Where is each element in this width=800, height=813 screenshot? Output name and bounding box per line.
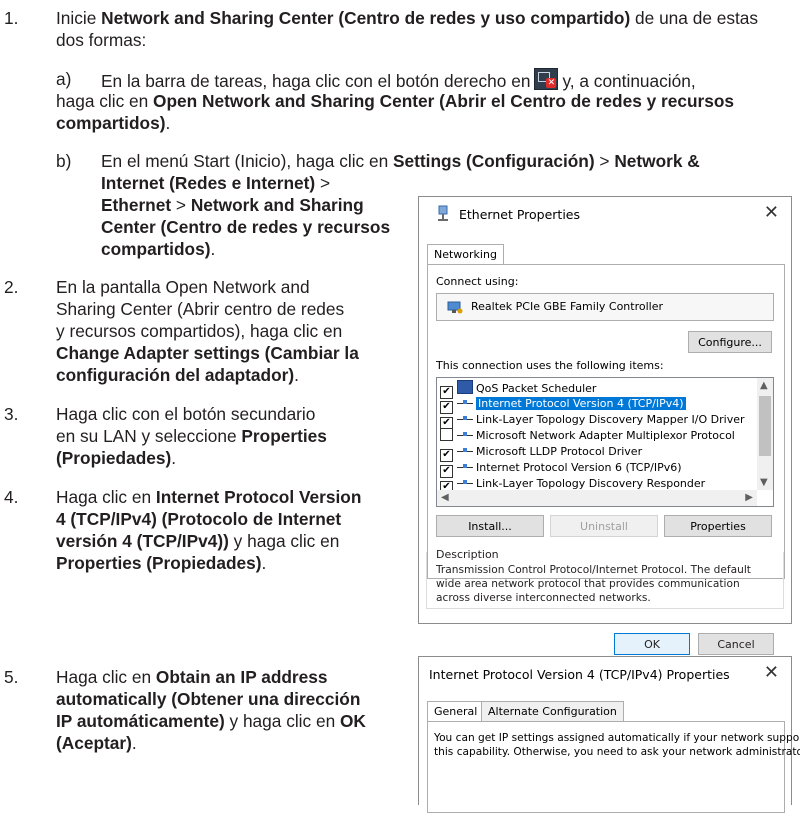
item-label: Internet Protocol Version 4 (TCP/IPv4) [476,397,686,410]
item-checkbox[interactable] [440,428,453,441]
info-line-2: this capability. Otherwise, you need to … [434,746,800,758]
step-1b-line-1: En el menú Start (Inicio), haga clic en … [101,151,700,171]
step-1-number: 1. [4,8,19,28]
step-5-line-3: IP automáticamente) y haga clic en OK [56,711,366,731]
list-item[interactable]: Microsoft Network Adapter Multiplexor Pr… [440,428,735,444]
description-line-1: Transmission Control Protocol/Internet P… [436,564,751,576]
item-label: Microsoft Network Adapter Multiplexor Pr… [476,429,735,442]
install-button[interactable]: Install... [436,515,544,537]
item-label: Link-Layer Topology Discovery Responder [476,477,706,490]
scroll-up-icon[interactable]: ▲ [760,380,768,391]
list-item[interactable]: ✔ Microsoft LLDP Protocol Driver [440,444,643,462]
description-label: Description [436,548,499,561]
step-1a-line-2: haga clic en Open Network and Sharing Ce… [56,91,735,111]
step-2-line-5: configuración del adaptador). [56,365,299,385]
horizontal-scrollbar[interactable]: ◀ ▶ [437,490,757,506]
step-5-line-4: (Aceptar). [56,733,137,753]
step-4-line-3: versión 4 (TCP/IPv4)) y haga clic en [56,531,340,551]
item-label: QoS Packet Scheduler [476,382,597,395]
step-1a-line-1: En la barra de tareas, haga clic con el … [101,68,696,92]
tab-networking[interactable]: Networking [427,244,504,264]
step-1b-line-4: Center (Centro de redes y recursos [101,217,391,237]
step-1a-letter: a) [56,69,72,89]
close-icon[interactable]: ✕ [764,202,779,223]
step-1b-line-2: Internet (Redes e Internet) > [101,173,331,193]
protocol-icon [457,462,473,472]
step-1b-line-3: Ethernet > Network and Sharing [101,195,364,215]
scroll-right-icon[interactable]: ▶ [745,492,753,503]
properties-button[interactable]: Properties [664,515,772,537]
item-label: Internet Protocol Version 6 (TCP/IPv6) [476,461,682,474]
step-4-line-4: Properties (Propiedades). [56,553,267,573]
step-1b-letter: b) [56,151,72,171]
step-2-line-1: En la pantalla Open Network and [56,277,310,297]
description-line-2: wide area network protocol that provides… [436,578,740,590]
dialog-title: Ethernet Properties [459,207,580,222]
vertical-scrollbar[interactable]: ▲ ▼ [757,378,773,490]
step-3-line-3: (Propiedades). [56,448,177,468]
items-listbox[interactable]: ✔ QoS Packet Scheduler ✔ Internet Protocol… [436,377,774,507]
protocol-icon [457,478,473,488]
step-4-line-1: Haga clic en Internet Protocol Version [56,487,362,507]
step-3-line-1: Haga clic con el botón secundario [56,404,316,424]
tab-alternate-configuration[interactable]: Alternate Configuration [481,701,624,721]
protocol-icon [457,446,473,456]
step-2-line-2: Sharing Center (Abrir centro de redes [56,299,345,319]
protocol-icon [457,414,473,424]
step-3-number: 3. [4,404,19,424]
info-line-1: You can get IP settings assigned automat… [434,732,800,744]
scrollbar-thumb[interactable] [759,396,771,456]
dialog-title-bar: Internet Protocol Version 4 (TCP/IPv4) P… [419,657,791,691]
networking-panel: Connect using: Realtek PCIe GBE Family C… [427,264,785,579]
dialog-title-bar: Ethernet Properties ✕ [419,197,791,231]
step-1b-line-5: compartidos). [101,239,216,259]
network-adapter-icon [447,301,463,314]
configure-button[interactable]: Configure... [688,331,772,353]
step-1a-line-3: compartidos). [56,113,171,133]
step-4-number: 4. [4,487,19,507]
ok-button[interactable]: OK [614,633,690,655]
description-line-3: across diverse interconnected networks. [436,592,651,604]
general-panel: You can get IP settings assigned automat… [427,721,800,813]
list-item[interactable]: ✔ QoS Packet Scheduler [440,380,597,399]
item-label: Microsoft LLDP Protocol Driver [476,445,643,458]
step-3-line-2: en su LAN y seleccione Properties [56,426,327,446]
items-label: This connection uses the following items… [436,359,664,372]
protocol-icon [457,398,473,408]
step-2-line-4: Change Adapter settings (Cambiar la [56,343,359,363]
manual-page: 1. Inicie Network and Sharing Center (Ce… [0,0,800,813]
ethernet-icon [438,205,448,221]
network-tray-icon: ✕ [534,68,559,90]
step-4-line-2: 4 (TCP/IPv4) (Protocolo de Internet [56,509,342,529]
step-1-line-1: Inicie Network and Sharing Center (Centr… [56,8,759,28]
step-2-line-3: y recursos compartidos), haga clic en [56,321,343,341]
scroll-down-icon[interactable]: ▼ [760,477,768,488]
adapter-field: Realtek PCIe GBE Family Controller [436,293,774,321]
list-item[interactable]: ✔ Internet Protocol Version 6 (TCP/IPv6) [440,460,682,478]
ipv4-properties-dialog: Internet Protocol Version 4 (TCP/IPv4) P… [418,656,800,813]
qos-icon [457,380,473,394]
scroll-left-icon[interactable]: ◀ [441,492,449,503]
step-2-number: 2. [4,277,19,297]
step-1-line-2: dos formas: [56,30,147,50]
close-icon[interactable]: ✕ [764,662,779,683]
step-5-number: 5. [4,667,19,687]
connect-using-label: Connect using: [436,275,519,288]
dialog-title: Internet Protocol Version 4 (TCP/IPv4) P… [429,667,730,682]
step-5-line-1: Haga clic en Obtain an IP address [56,667,328,687]
list-item[interactable]: ✔ Link-Layer Topology Discovery Mapper I/… [440,412,745,430]
step-5-line-2: automatically (Obtener una dirección [56,689,361,709]
list-item-selected[interactable]: ✔ Internet Protocol Version 4 (TCP/IPv4) [440,396,686,414]
item-label: Link-Layer Topology Discovery Mapper I/O… [476,413,745,426]
tab-general[interactable]: General [427,701,485,721]
cancel-button[interactable]: Cancel [698,633,774,655]
adapter-name: Realtek PCIe GBE Family Controller [471,300,664,313]
uninstall-button[interactable]: Uninstall [550,515,658,537]
protocol-icon [457,430,473,440]
